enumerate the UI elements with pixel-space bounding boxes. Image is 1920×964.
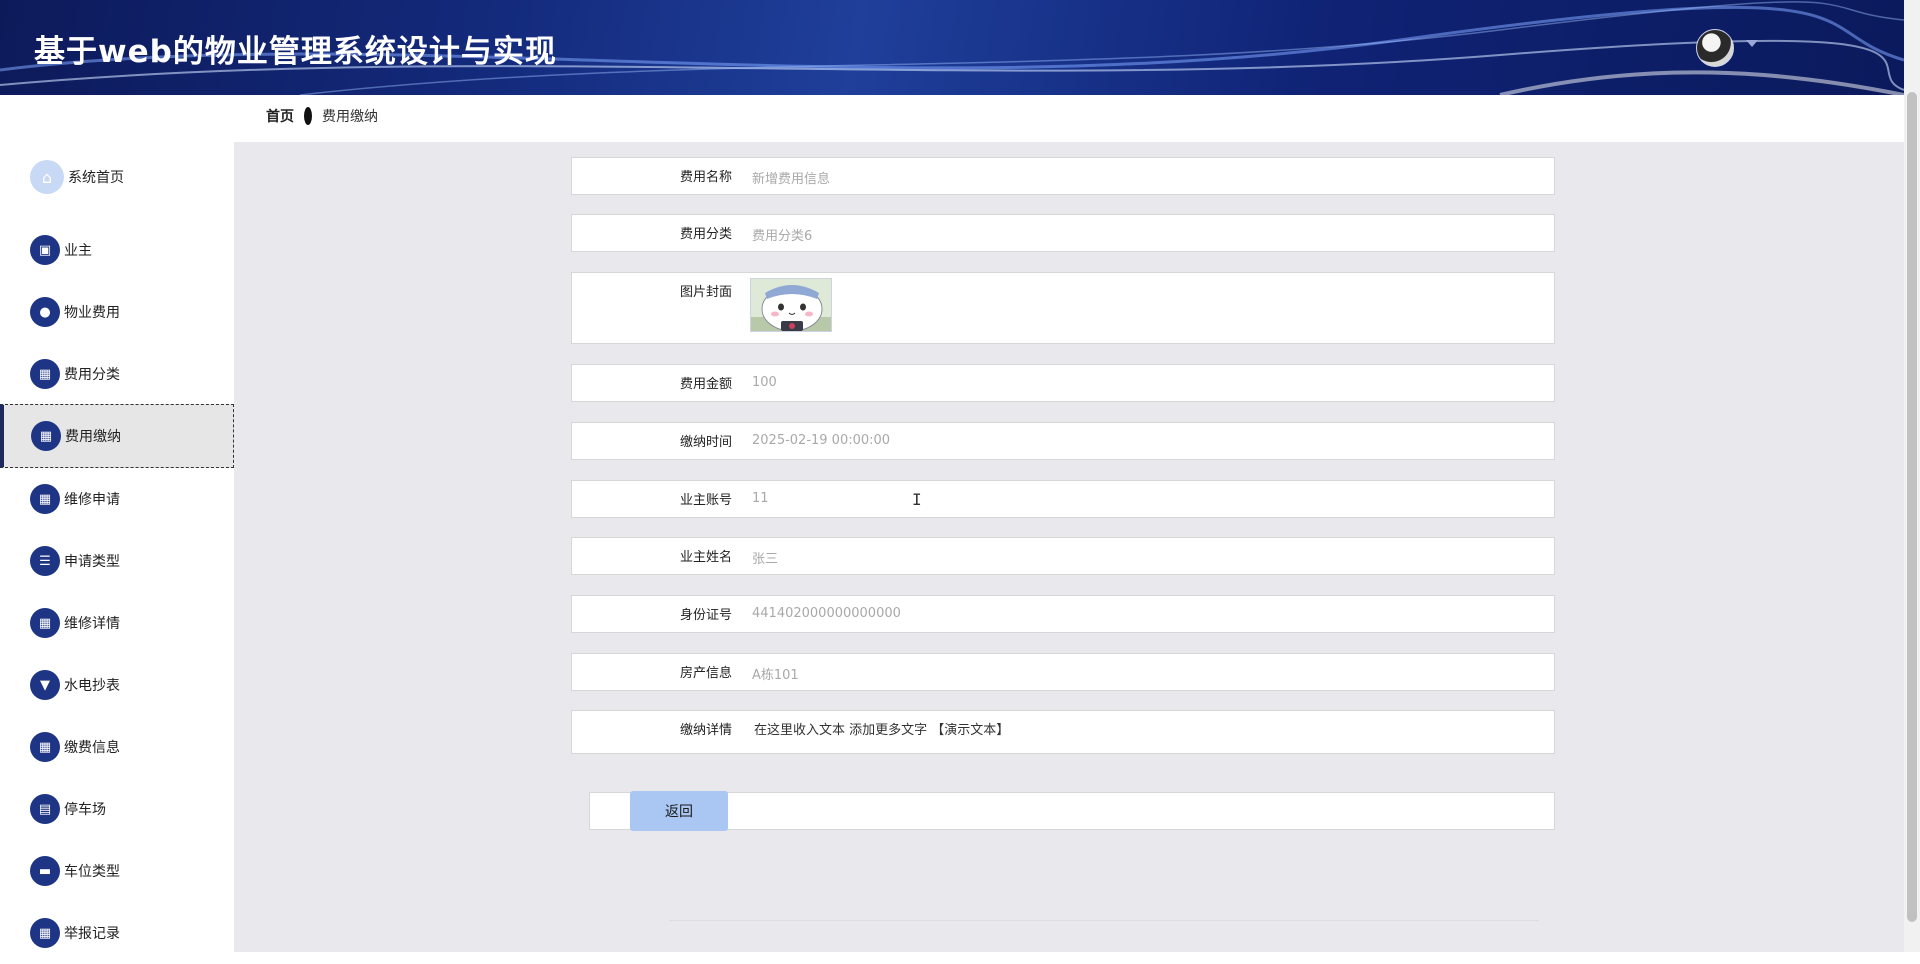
home-icon: ⌂ xyxy=(30,160,64,194)
breadcrumb: 首页 费用缴纳 xyxy=(266,106,378,126)
breadcrumb-current: 费用缴纳 xyxy=(322,109,378,125)
field-owner-account: 业主账号 11 xyxy=(571,480,1555,518)
sidebar-item-owner[interactable]: ▣ 业主 xyxy=(0,219,234,281)
field-fee-name: 费用名称 新增费用信息 xyxy=(571,157,1555,195)
sidebar-item-payment-info[interactable]: ▦ 缴费信息 xyxy=(0,716,234,778)
location-pin-icon: ● xyxy=(30,297,60,327)
field-cover-image: 图片封面 xyxy=(571,272,1555,344)
field-label: 业主姓名 xyxy=(679,550,732,565)
sidebar-item-home[interactable]: ⌂ 系统首页 xyxy=(0,146,234,208)
field-label: 费用分类 xyxy=(679,227,732,242)
sidebar-item-label: 车位类型 xyxy=(64,864,120,880)
sidebar-item-label: 申请类型 xyxy=(64,554,120,570)
back-button[interactable]: 返回 xyxy=(630,791,728,831)
sidebar-item-meter-reading[interactable]: ▼ 水电抄表 xyxy=(0,654,234,716)
sidebar-item-label: 维修申请 xyxy=(64,492,120,508)
briefcase-icon: ▣ xyxy=(30,235,60,265)
sidebar-item-request-type[interactable]: ☰ 申请类型 xyxy=(0,530,234,592)
fee-amount-value[interactable]: 100 xyxy=(752,365,777,401)
grid-icon: ▦ xyxy=(30,732,60,762)
field-label: 费用金额 xyxy=(679,377,732,392)
sidebar-item-fee-category[interactable]: ▦ 费用分类 xyxy=(0,343,234,405)
app-header: 基于web的物业管理系统设计与实现 xyxy=(0,0,1904,95)
sidebar-item-label: 缴费信息 xyxy=(64,740,120,756)
user-avatar[interactable] xyxy=(1696,29,1734,67)
button-bar xyxy=(589,792,1555,830)
scrollbar-thumb[interactable] xyxy=(1907,92,1917,922)
sidebar-item-label: 费用分类 xyxy=(64,367,120,383)
sidebar-item-repair-details[interactable]: ▦ 维修详情 xyxy=(0,592,234,654)
owner-name-value[interactable]: 张三 xyxy=(752,538,778,574)
field-label: 身份证号 xyxy=(679,608,732,623)
grid-icon: ▦ xyxy=(30,484,60,514)
sidebar-item-label: 物业费用 xyxy=(64,305,120,321)
field-fee-amount: 费用金额 100 xyxy=(571,364,1555,402)
sidebar-item-label: 维修详情 xyxy=(64,616,120,632)
sidebar-item-report-records[interactable]: ▦ 举报记录 xyxy=(0,902,234,964)
sidebar-item-property-fee[interactable]: ● 物业费用 xyxy=(0,281,234,343)
fee-name-value[interactable]: 新增费用信息 xyxy=(752,158,830,194)
divider xyxy=(669,920,1539,921)
sidebar-item-label: 费用缴纳 xyxy=(65,429,121,445)
cover-image-thumbnail[interactable] xyxy=(750,278,832,332)
fee-category-value[interactable]: 费用分类6 xyxy=(752,215,812,251)
sidebar-item-label: 举报记录 xyxy=(64,926,120,942)
list-icon: ☰ xyxy=(30,546,60,576)
field-label: 费用名称 xyxy=(679,170,732,185)
field-label: 房产信息 xyxy=(679,666,732,681)
chat-icon: ▬ xyxy=(30,856,60,886)
sidebar-item-label: 水电抄表 xyxy=(64,678,120,694)
page-scrollbar[interactable] xyxy=(1904,0,1920,952)
field-property-info: 房产信息 A栋101 xyxy=(571,653,1555,691)
grid-icon: ▦ xyxy=(30,359,60,389)
pay-details-value[interactable]: 在这里收入文本 添加更多文字 【演示文本】 xyxy=(754,711,1009,753)
main-content: 费用名称 新增费用信息 费用分类 费用分类6 图片封面 费用金额 100 缴纳时… xyxy=(234,142,1904,952)
grid-icon: ▦ xyxy=(30,608,60,638)
sidebar-item-space-type[interactable]: ▬ 车位类型 xyxy=(0,840,234,902)
sidebar-item-label: 业主 xyxy=(64,243,92,259)
grid-icon: ▦ xyxy=(30,918,60,948)
text-cursor-icon: I xyxy=(912,490,922,509)
grid-icon: ▦ xyxy=(31,421,61,451)
sidebar: ⌂ 系统首页 ▣ 业主 ● 物业费用 ▦ 费用分类 ▦ 费用缴纳 ▦ 维修申请 … xyxy=(0,142,234,952)
property-info-value[interactable]: A栋101 xyxy=(752,654,799,690)
breadcrumb-separator-icon xyxy=(304,107,312,125)
field-owner-name: 业主姓名 张三 xyxy=(571,537,1555,575)
owner-account-value[interactable]: 11 xyxy=(752,481,769,517)
chevron-down-icon[interactable] xyxy=(1746,40,1758,47)
field-pay-details: 缴纳详情 在这里收入文本 添加更多文字 【演示文本】 xyxy=(571,710,1555,754)
field-id-number: 身份证号 441402000000000000 xyxy=(571,595,1555,633)
chart-icon: ▤ xyxy=(30,794,60,824)
sidebar-item-fee-payment[interactable]: ▦ 费用缴纳 xyxy=(0,404,234,468)
sidebar-item-label: 系统首页 xyxy=(68,170,124,186)
breadcrumb-home[interactable]: 首页 xyxy=(266,106,294,126)
sidebar-item-label: 停车场 xyxy=(64,802,106,818)
sidebar-item-parking-lot[interactable]: ▤ 停车场 xyxy=(0,778,234,840)
cartoon-cat-image xyxy=(751,279,831,331)
brush-icon: ▼ xyxy=(30,670,60,700)
field-label: 缴纳时间 xyxy=(679,435,732,450)
pay-time-value[interactable]: 2025-02-19 00:00:00 xyxy=(752,423,890,459)
field-label: 缴纳详情 xyxy=(679,723,732,738)
field-fee-category: 费用分类 费用分类6 xyxy=(571,214,1555,252)
field-label: 图片封面 xyxy=(679,285,732,300)
field-pay-time: 缴纳时间 2025-02-19 00:00:00 xyxy=(571,422,1555,460)
id-number-value[interactable]: 441402000000000000 xyxy=(752,596,901,632)
field-label: 业主账号 xyxy=(679,493,732,508)
app-title: 基于web的物业管理系统设计与实现 xyxy=(34,34,557,70)
sidebar-item-repair-request[interactable]: ▦ 维修申请 xyxy=(0,468,234,530)
